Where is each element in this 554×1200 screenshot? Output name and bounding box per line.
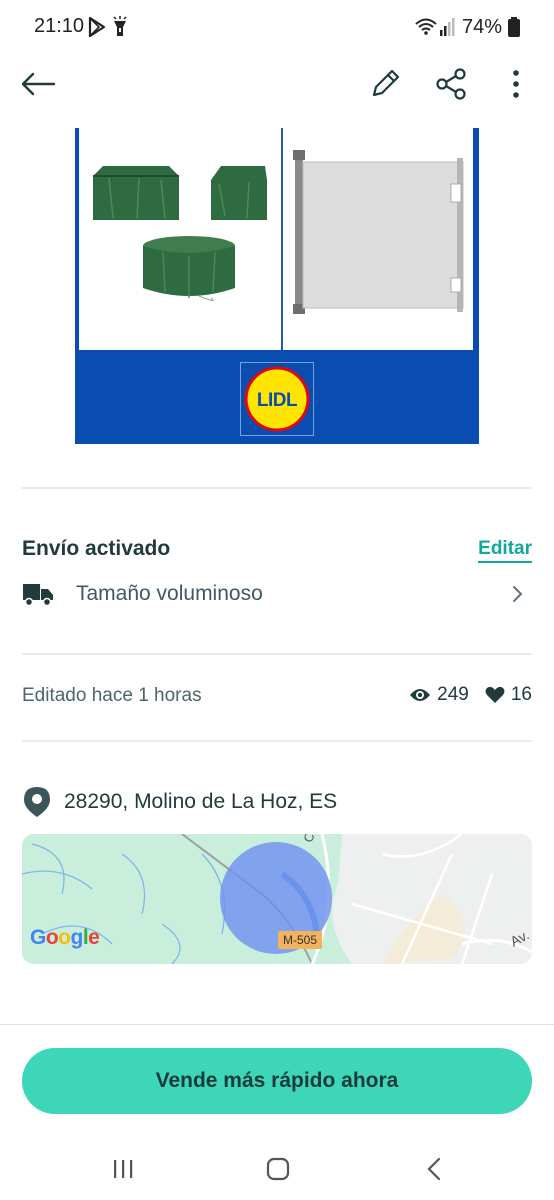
- shipping-size-label: Tamaño voluminoso: [76, 582, 263, 605]
- edit-button[interactable]: [363, 62, 407, 106]
- svg-text:LIDL: LIDL: [257, 390, 298, 411]
- road-label: M-505: [278, 931, 323, 949]
- battery-icon: [508, 17, 520, 37]
- favorites-stat: 16: [485, 684, 532, 706]
- status-time: 21:10: [34, 15, 85, 37]
- truck-icon: [23, 584, 53, 607]
- more-options-button[interactable]: [494, 62, 538, 106]
- product-image[interactable]: LIDL: [75, 128, 479, 444]
- status-notification-icons: [88, 15, 138, 39]
- divider: [22, 653, 532, 655]
- heart-icon: [485, 686, 505, 703]
- sell-faster-button[interactable]: Vende más rápido ahora: [22, 1048, 532, 1114]
- location-map[interactable]: Google M-505 C. Ca Av.: [22, 834, 532, 964]
- lidl-logo: LIDL: [240, 362, 314, 436]
- wifi-icon: [415, 18, 455, 36]
- divider: [22, 487, 532, 489]
- location-pin-icon: [24, 787, 50, 817]
- back-button[interactable]: [16, 62, 60, 106]
- share-icon: [436, 68, 466, 100]
- app-bar: [0, 54, 554, 116]
- edited-timestamp: Editado hace 1 horas: [22, 685, 202, 706]
- flashlight-icon: [113, 16, 127, 36]
- shipping-edit-link[interactable]: Editar: [478, 537, 532, 563]
- chevron-right-icon: [513, 586, 523, 602]
- recent-apps-icon[interactable]: [114, 1160, 133, 1178]
- google-logo: Google: [30, 926, 100, 949]
- pencil-icon: [372, 69, 400, 97]
- system-nav-bar: [0, 1140, 554, 1200]
- back-arrow-icon: [21, 72, 56, 96]
- back-nav-icon[interactable]: [427, 1157, 441, 1181]
- location-row: 28290, Molino de La Hoz, ES: [22, 785, 337, 819]
- status-right: 74%: [414, 15, 520, 39]
- views-stat: 249: [409, 684, 469, 706]
- signal-icon: [439, 18, 455, 36]
- share-button[interactable]: [429, 62, 473, 106]
- views-count: 249: [437, 684, 469, 705]
- listing-stats: 249 16: [393, 684, 532, 706]
- retractable-gate-image: [281, 128, 473, 350]
- favorites-count: 16: [510, 684, 532, 705]
- status-bar: 21:10 74%: [0, 0, 554, 54]
- shipping-title: Envío activado: [22, 537, 171, 560]
- bottom-separator: [0, 1024, 554, 1025]
- shipping-size-row[interactable]: Tamaño voluminoso: [22, 574, 532, 614]
- divider: [22, 740, 532, 742]
- home-icon[interactable]: [266, 1157, 290, 1181]
- location-address: 28290, Molino de La Hoz, ES: [64, 790, 338, 813]
- eye-icon: [410, 689, 431, 701]
- play-store-icon: [88, 16, 106, 38]
- more-vert-icon: [513, 70, 519, 98]
- battery-percent: 74%: [461, 15, 502, 38]
